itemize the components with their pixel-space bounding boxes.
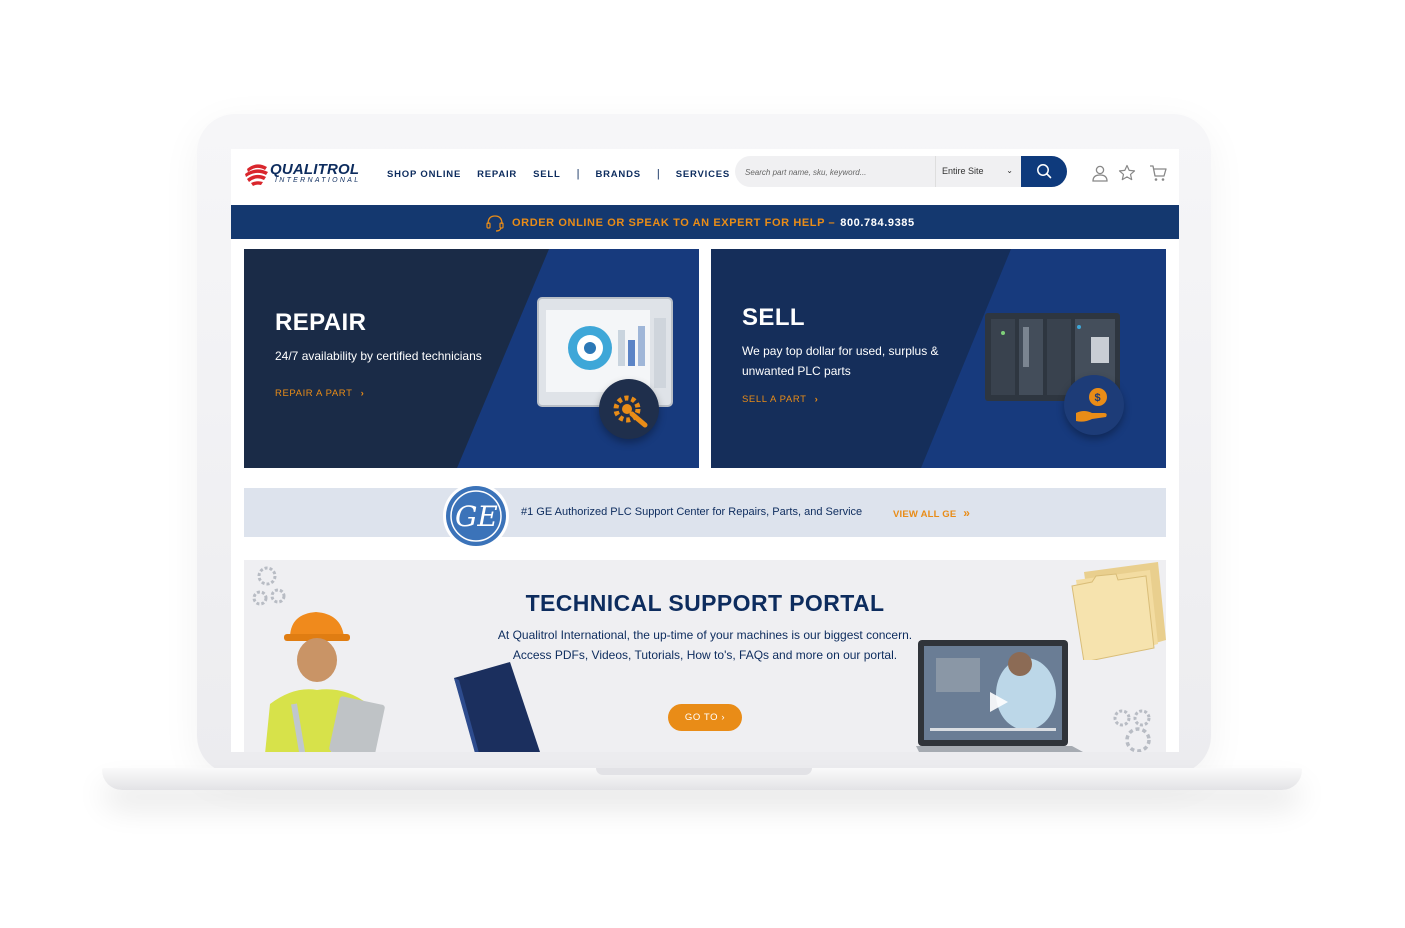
sell-link-label: SELL A PART <box>742 394 807 405</box>
promo-banner: ORDER ONLINE OR SPEAK TO AN EXPERT FOR H… <box>231 205 1179 239</box>
repair-a-part-link[interactable]: REPAIR A PART › <box>275 388 364 399</box>
qualitrol-logo[interactable]: QUALITROL INTERNATIONAL <box>243 159 361 187</box>
repair-card[interactable]: REPAIR 24/7 availability by certified te… <box>244 249 699 468</box>
sell-badge: $ <box>1064 375 1124 435</box>
search-button[interactable] <box>1021 156 1067 187</box>
sell-card[interactable]: SELL We pay top dollar for used, surplus… <box>711 249 1166 468</box>
cart-icon[interactable] <box>1149 164 1167 182</box>
search-scope-select[interactable]: Entire Site ⌄ <box>935 156 1021 187</box>
wishlist-star-icon[interactable] <box>1118 164 1136 182</box>
chevron-down-icon: ⌄ <box>1006 166 1013 175</box>
search-input[interactable] <box>745 163 931 181</box>
headset-icon <box>486 215 504 232</box>
sell-a-part-link[interactable]: SELL A PART › <box>742 394 818 405</box>
gear-wrench-icon <box>613 395 648 428</box>
globe-logo-icon <box>245 164 268 186</box>
nav-divider: | <box>656 168 660 180</box>
promo-phone-link[interactable]: 800.784.9385 <box>840 217 915 229</box>
nav-sell[interactable]: SELL <box>533 169 560 180</box>
ge-logo-icon: GE <box>443 483 509 549</box>
sell-description: We pay top dollar for used, surplus & un… <box>742 341 939 381</box>
go-to-portal-button[interactable]: GO TO › <box>668 704 742 731</box>
search-scope-value: Entire Site <box>942 166 984 176</box>
folders-image <box>1071 562 1166 660</box>
repair-badge <box>599 379 659 439</box>
account-icon[interactable] <box>1091 164 1109 182</box>
chevron-right-icon: › <box>360 388 365 399</box>
portal-description: At Qualitrol International, the up-time … <box>497 628 913 662</box>
nav-services[interactable]: SERVICES <box>676 169 730 180</box>
svg-text:$: $ <box>1095 392 1101 404</box>
search-bar: Entire Site ⌄ <box>735 156 1067 187</box>
main-nav: SHOP ONLINE REPAIR SELL | BRANDS | SERVI… <box>387 168 746 180</box>
logo-name: QUALITROL <box>270 161 360 178</box>
svg-text:GE: GE <box>455 500 498 533</box>
chevron-right-icon: › <box>814 394 819 405</box>
nav-divider: | <box>576 168 580 180</box>
view-all-ge-link[interactable]: VIEW ALL GE » <box>893 506 970 520</box>
nav-repair[interactable]: REPAIR <box>477 169 517 180</box>
repair-description: 24/7 availability by certified technicia… <box>275 349 482 363</box>
portal-title: TECHNICAL SUPPORT PORTAL <box>525 590 885 616</box>
laptop-notch <box>596 768 812 775</box>
website-screen: QUALITROL INTERNATIONAL SHOP ONLINE REPA… <box>231 149 1179 752</box>
nav-brands[interactable]: BRANDS <box>595 169 640 180</box>
view-all-ge-label: VIEW ALL GE <box>893 509 957 520</box>
technical-support-portal: TECHNICAL SUPPORT PORTAL At Qualitrol In… <box>244 560 1166 752</box>
promo-text: ORDER ONLINE OR SPEAK TO AN EXPERT FOR H… <box>512 217 836 229</box>
ge-banner: GE #1 GE Authorized PLC Support Center f… <box>244 483 1166 549</box>
nav-shop-online[interactable]: SHOP ONLINE <box>387 169 461 180</box>
search-icon <box>1037 164 1052 179</box>
promo-content: ORDER ONLINE OR SPEAK TO AN EXPERT FOR H… <box>485 214 915 232</box>
technician-photo <box>265 612 540 752</box>
double-chevron-right-icon: » <box>963 506 971 520</box>
repair-title: REPAIR <box>275 309 367 336</box>
repair-link-label: REPAIR A PART <box>275 388 353 399</box>
logo-subtitle: INTERNATIONAL <box>275 177 361 184</box>
site-header: QUALITROL INTERNATIONAL SHOP ONLINE REPA… <box>231 149 1179 205</box>
sell-title: SELL <box>742 304 805 331</box>
ge-tagline: #1 GE Authorized PLC Support Center for … <box>521 506 863 518</box>
sell-desc-line-1: We pay top dollar for used, surplus & <box>742 344 939 358</box>
gears-icon <box>1113 709 1151 752</box>
sell-desc-line-2: unwanted PLC parts <box>742 364 851 378</box>
money-hand-icon: $ <box>1076 388 1107 422</box>
